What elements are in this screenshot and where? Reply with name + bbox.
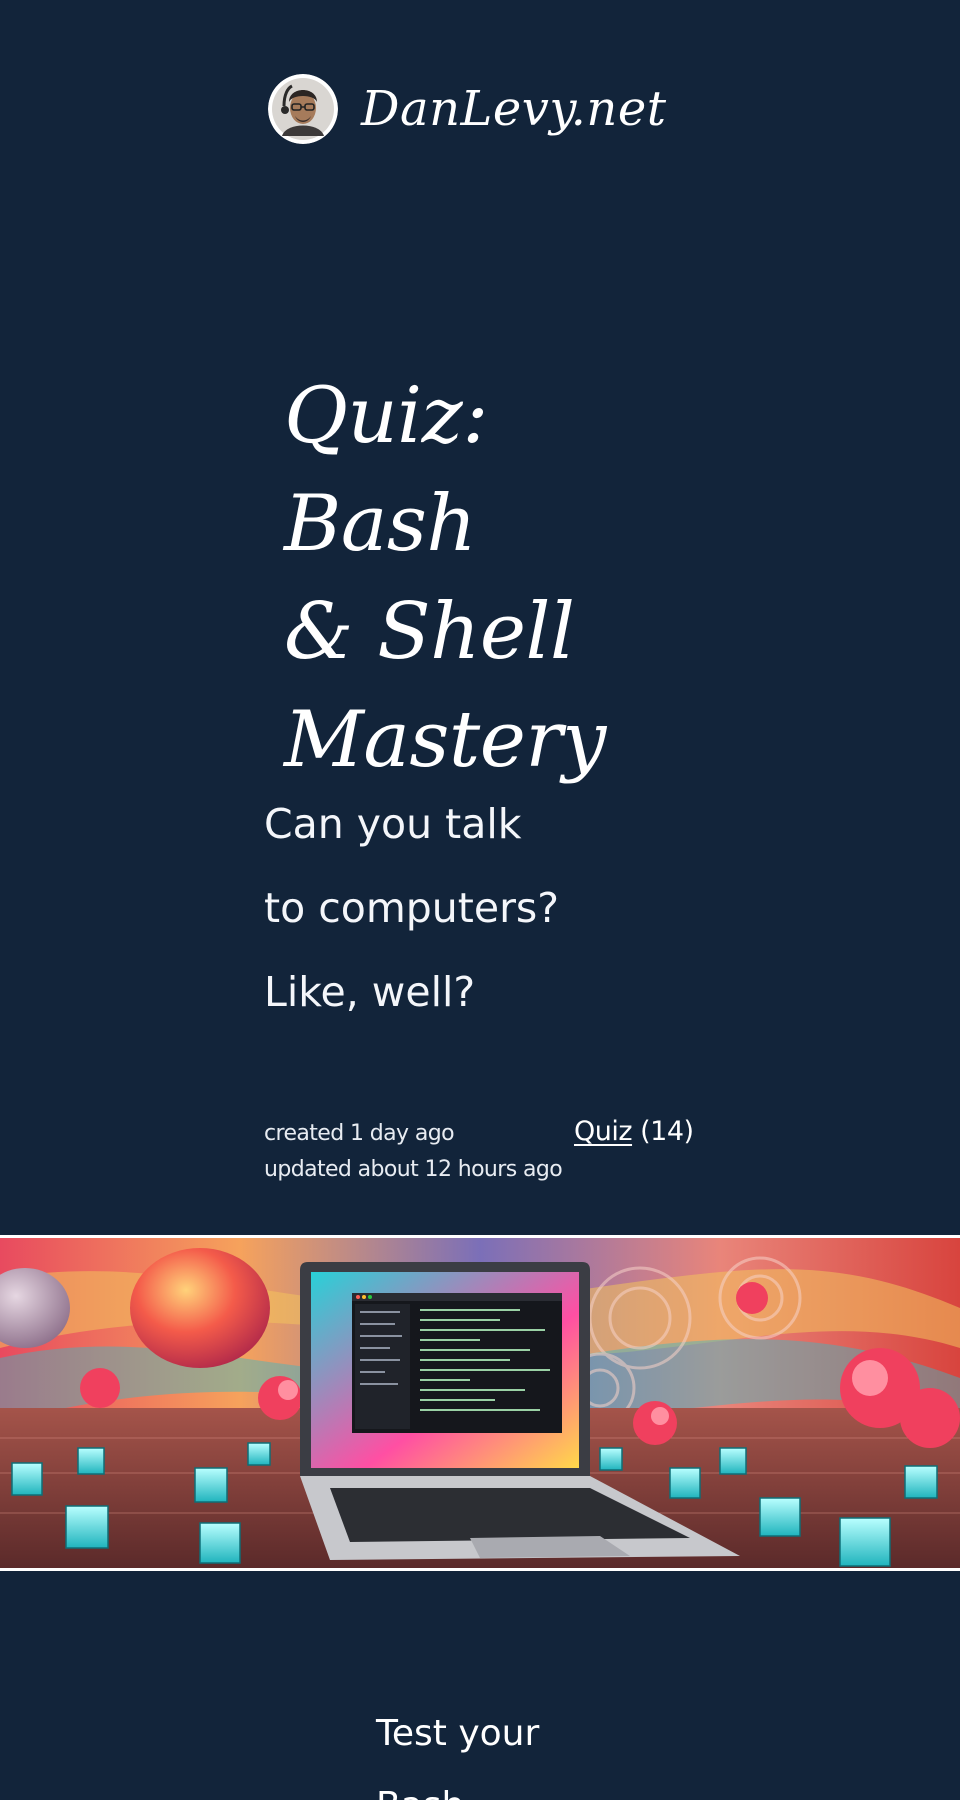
post-dates: created 1 day ago updated about 12 hours…	[264, 1116, 563, 1188]
hero-illustration	[0, 1235, 960, 1571]
updated-date: updated about 12 hours ago	[264, 1157, 563, 1182]
post-subtitle-line: Can you talk	[264, 800, 522, 848]
site-home-link[interactable]: DanLevy.net	[268, 72, 667, 146]
post-title-line: Mastery	[284, 695, 606, 785]
post-body-intro: Test your Bash	[376, 1698, 576, 1800]
site-title: DanLevy.net	[361, 81, 667, 137]
created-date: created 1 day ago	[264, 1121, 455, 1146]
post-title-line: & Shell	[284, 587, 575, 677]
post-tags: Quiz (14)	[574, 1110, 694, 1154]
post-subtitle-line: Like, well?	[264, 968, 476, 1016]
body-line: Bash	[376, 1785, 464, 1800]
body-line: Test your	[376, 1713, 540, 1754]
tag-quiz-link[interactable]: Quiz	[574, 1116, 633, 1147]
post-subtitle: Can you talk to computers? Like, well?	[264, 782, 624, 1034]
tag-count: (14)	[640, 1116, 694, 1147]
post-title: Quiz: Bash & Shell Mastery	[284, 362, 704, 794]
author-avatar	[268, 74, 338, 144]
post-subtitle-line: to computers?	[264, 884, 560, 932]
post-title-line: Quiz: Bash	[284, 371, 489, 569]
